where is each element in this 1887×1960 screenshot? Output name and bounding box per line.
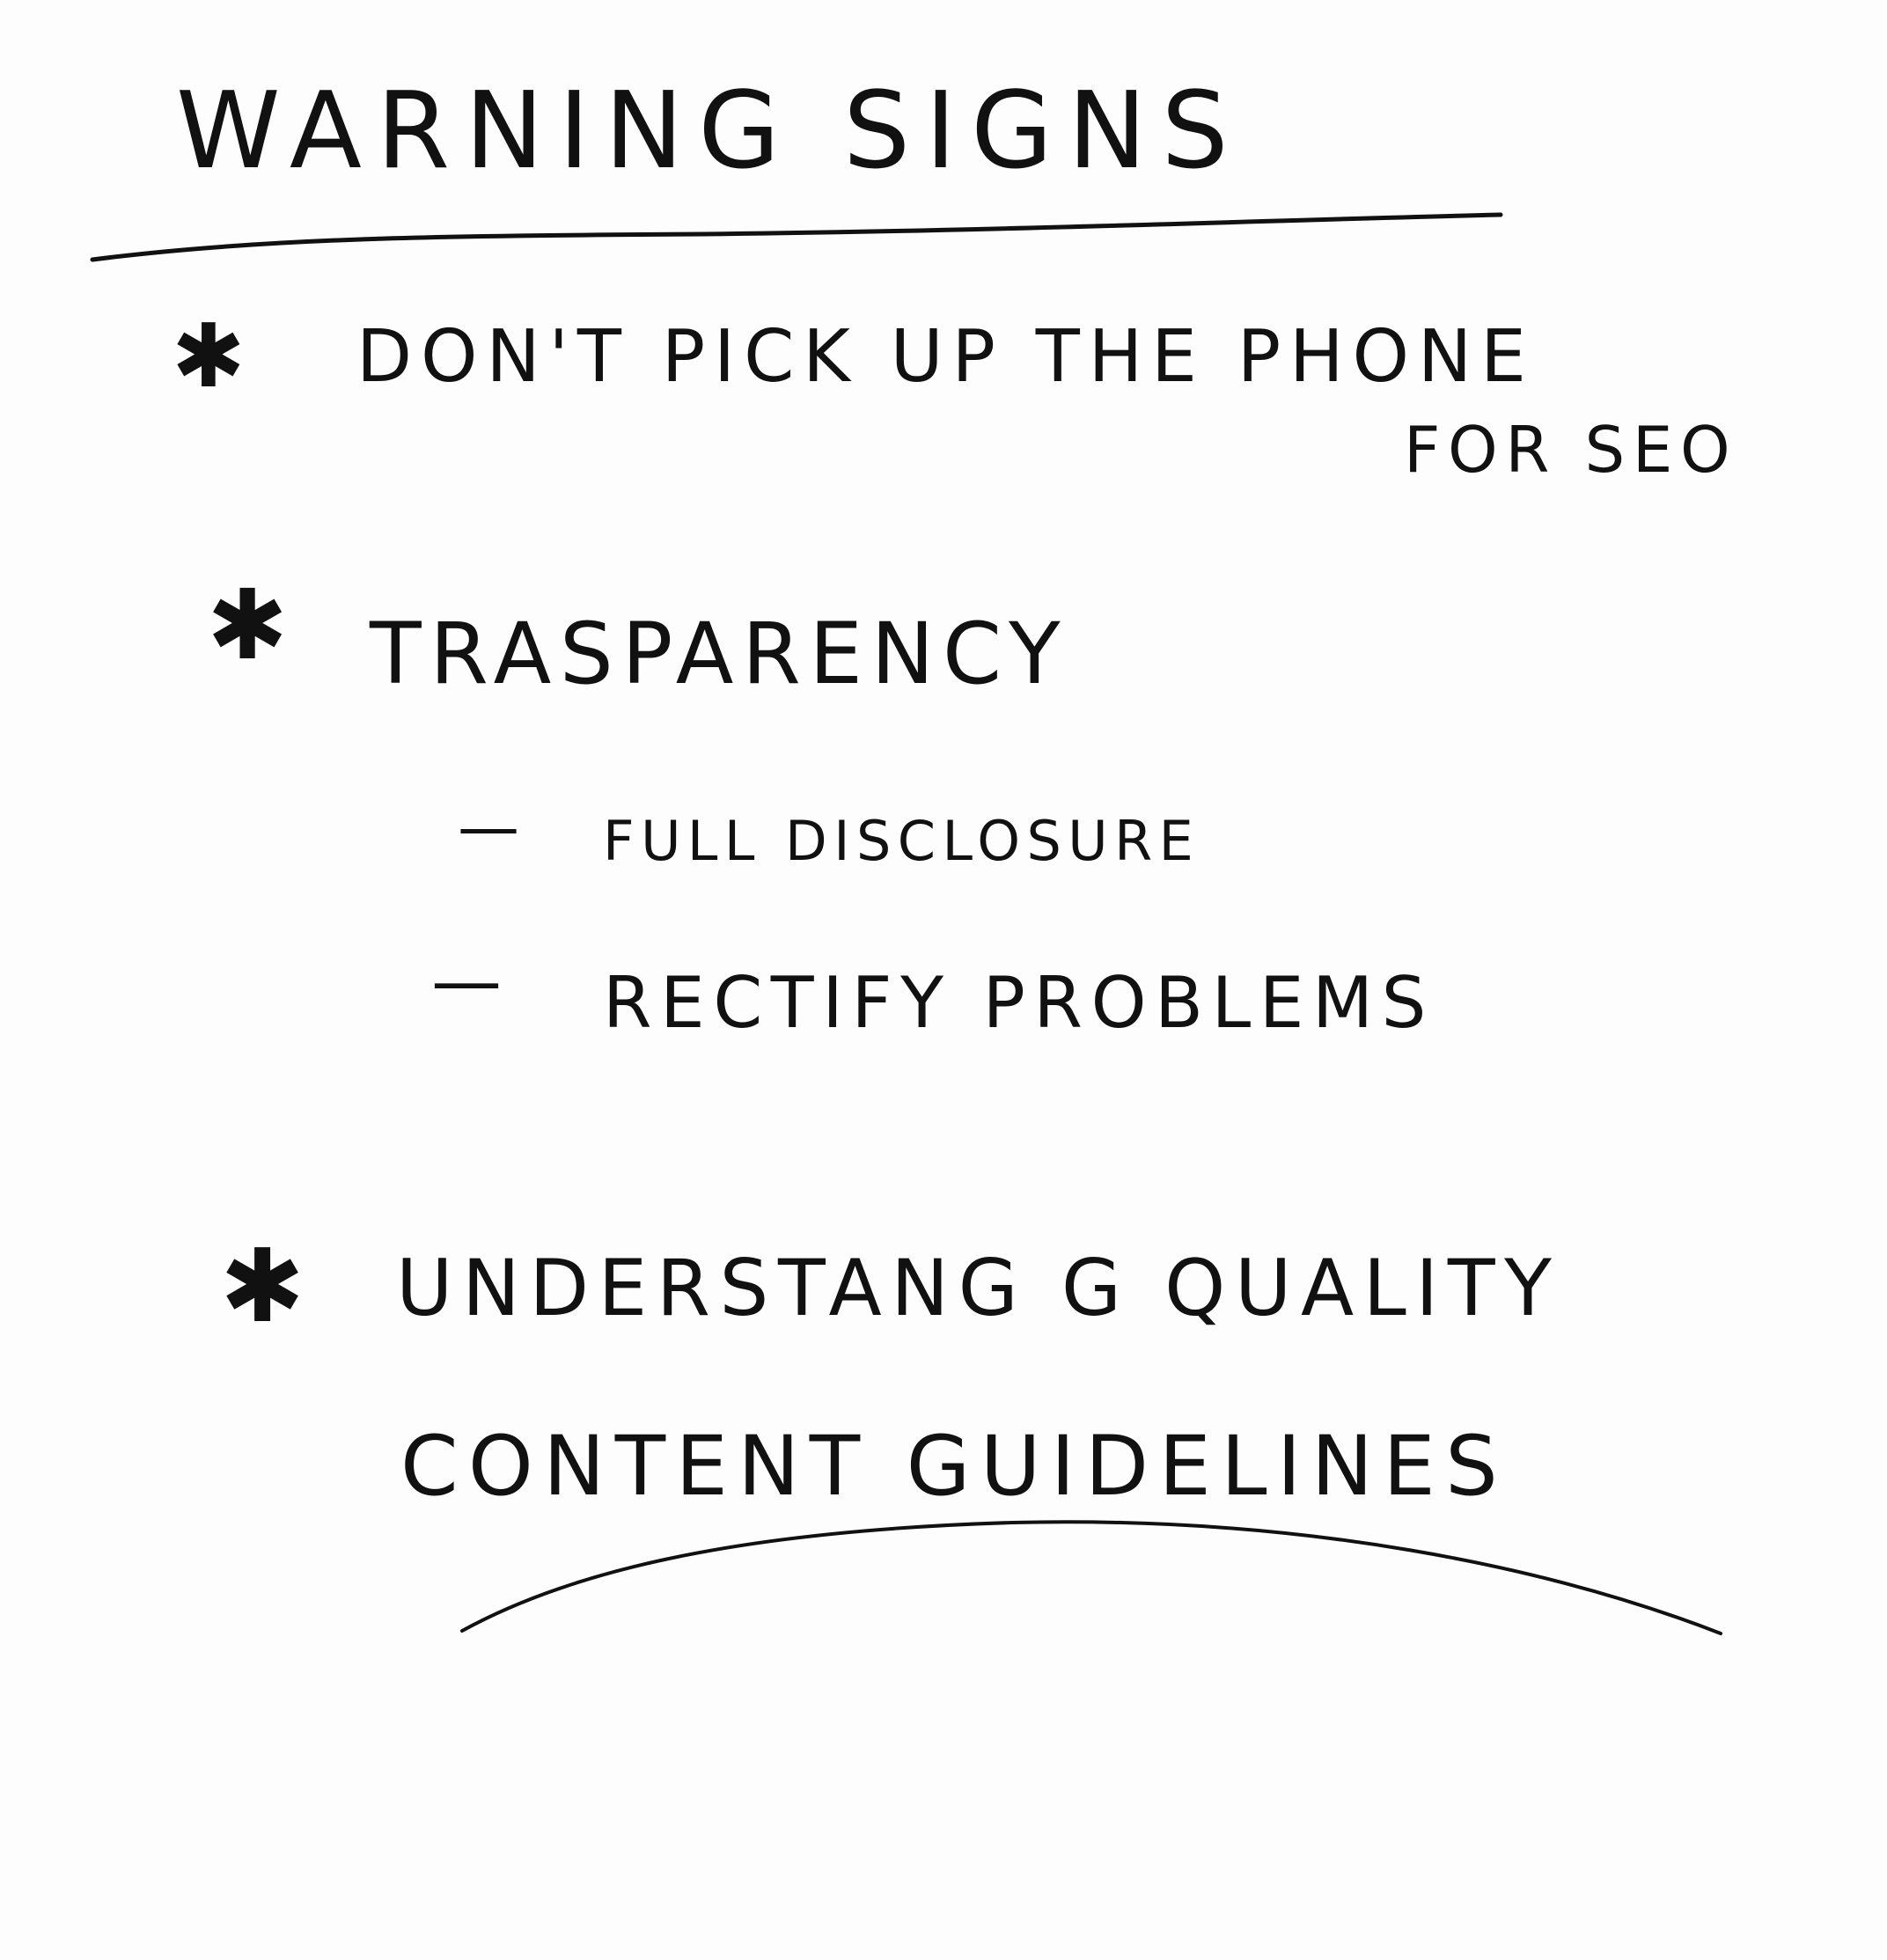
note-title: WARNING SIGNS — [176, 70, 1244, 193]
item-2-subitem-2: RECTIFY PROBLEMS — [603, 962, 1435, 1044]
item-3-line-1: UNDERSTANG G QUALITY — [396, 1243, 1561, 1333]
note-paper: WARNING SIGNS ✱ DON'T PICK UP THE PHONE … — [0, 0, 1887, 1960]
item-2-line-1: TRASPARENCY — [370, 605, 1069, 703]
bullet-asterisk-2: ✱ — [207, 569, 289, 681]
subitem-dash-2: — — [431, 940, 502, 1022]
item-1-line-2: FOR SEO — [1404, 413, 1738, 487]
subitem-dash-1: — — [458, 791, 519, 863]
bullet-asterisk-3: ✱ — [220, 1228, 305, 1346]
guidelines-underline — [460, 1520, 1722, 1635]
item-2-subitem-1: FULL DISCLOSURE — [603, 809, 1200, 873]
title-underline — [90, 212, 1503, 262]
item-1-line-1: DON'T PICK UP THE PHONE — [356, 315, 1535, 399]
item-3-line-2: CONTENT GUIDELINES — [400, 1419, 1509, 1515]
bullet-asterisk-1: ✱ — [172, 305, 246, 407]
